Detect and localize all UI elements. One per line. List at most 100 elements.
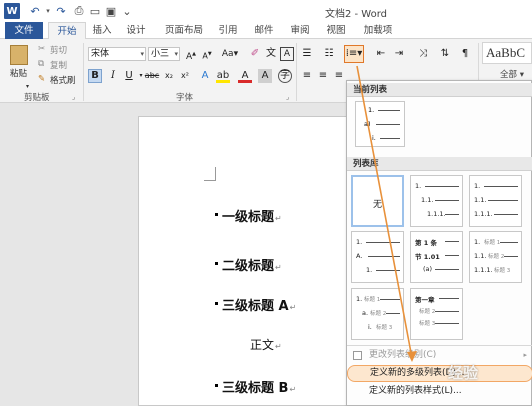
character-shading-icon[interactable]: A — [258, 69, 272, 83]
tab-insert[interactable]: 插入 — [88, 22, 116, 39]
document-heading-line[interactable]: 三级标题 A↵ — [215, 295, 296, 314]
styles-all-dropdown[interactable]: 全部 ▾ — [500, 68, 524, 80]
list-library-item[interactable]: 1. 1.1. 1.1.1. — [469, 175, 522, 227]
increase-indent-icon[interactable]: ⇥ — [392, 47, 406, 61]
document-heading-line[interactable]: 三级标题 B↵ — [215, 377, 296, 396]
heading-tag: 标题 1 — [484, 240, 501, 246]
tab-view[interactable]: 视图 — [322, 22, 350, 39]
current-list-preview[interactable]: 1. a) i. — [355, 101, 405, 147]
preview-level-2: a) — [364, 120, 371, 128]
level-label: (a) — [423, 265, 433, 273]
copy-icon: ⧉ — [38, 59, 45, 69]
character-border-icon[interactable]: A — [280, 47, 294, 61]
level-label: 1. — [474, 182, 481, 190]
list-library-item[interactable]: 第 1 条 节 1.01 (a) — [410, 231, 463, 283]
font-group-label: 字体 — [176, 93, 194, 103]
list-library-item[interactable]: 1. 标题 1 a. 标题 2 i. 标题 3 — [351, 288, 404, 340]
heading-tag: 标题 1 — [364, 297, 381, 303]
tab-design[interactable]: 设计 — [122, 22, 150, 39]
align-left-icon[interactable]: ≡ — [300, 69, 314, 83]
italic-button[interactable]: I — [106, 69, 120, 83]
tab-review[interactable]: 审阅 — [286, 22, 314, 39]
level-line — [366, 242, 400, 243]
strikethrough-button[interactable]: abc — [144, 69, 160, 83]
level-line — [435, 323, 459, 324]
change-case-icon[interactable]: Aa▾ — [220, 47, 240, 61]
heading-tag: 标题 2 — [419, 309, 436, 315]
level-label: 1. — [366, 266, 373, 274]
cut-icon: ✂ — [38, 44, 46, 54]
bullets-icon[interactable]: ☰ — [300, 47, 314, 61]
define-new-list-style-item[interactable]: 定义新的列表样式(L)... — [347, 383, 532, 400]
heading-tag: 标题 3 — [494, 268, 511, 274]
show-marks-icon[interactable]: ¶ — [458, 47, 472, 61]
list-library-item[interactable]: 1. 标题 1 1.1. 标题 2 1.1.1. 标题 3 — [469, 231, 522, 283]
font-color-icon[interactable]: A — [238, 69, 252, 83]
paste-button[interactable]: 粘贴 — [10, 67, 27, 79]
window-title: 文档2 - Word — [324, 9, 388, 20]
enclose-characters-icon[interactable]: 字 — [278, 69, 292, 83]
font-name-combo[interactable]: 宋体 ▾ — [88, 47, 146, 61]
document-heading-line[interactable]: 一级标题↵ — [215, 206, 282, 225]
style-gallery-preview[interactable]: AaBbC — [482, 42, 532, 64]
preview-level-3: i. — [372, 134, 376, 142]
list-library-item[interactable]: 1. A. 1. — [351, 231, 404, 283]
tab-addins[interactable]: 加载项 — [358, 22, 398, 39]
title-bar: W ↶ ▾ ↷ ⎙ ▭ ▣ ⌄ 文档2 - Word — [0, 0, 532, 22]
tab-page-layout[interactable]: 页面布局 — [160, 22, 208, 39]
heading-tag: 标题 3 — [376, 325, 393, 331]
cut-button[interactable]: 剪切 — [50, 44, 67, 56]
shrink-font-icon[interactable]: A▼ — [200, 47, 214, 61]
subscript-button[interactable]: x₂ — [162, 69, 176, 83]
ribbon-tabs: 文件 开始 插入 设计 页面布局 引用 邮件 审阅 视图 加载项 — [0, 22, 532, 40]
decrease-indent-icon[interactable]: ⇤ — [374, 47, 388, 61]
margin-corner-mark — [204, 167, 216, 181]
align-right-icon[interactable]: ≡ — [332, 69, 346, 83]
document-body-line[interactable]: 正文↵ — [250, 336, 282, 353]
text-effects-icon[interactable]: A — [198, 69, 212, 83]
level-label: 第 1 条 — [415, 239, 438, 247]
align-center-icon[interactable]: ≡ — [316, 69, 330, 83]
group-separator — [83, 43, 84, 101]
document-heading-line[interactable]: 二级标题↵ — [215, 255, 282, 274]
clipboard-launcher-icon[interactable]: ⌟ — [72, 93, 75, 101]
level-label: 1.1.1. — [474, 266, 493, 274]
preview-line — [380, 138, 400, 139]
list-library-item[interactable]: 1. 1.1. 1.1.1. — [410, 175, 463, 227]
numbering-icon[interactable]: ☷ — [322, 47, 336, 61]
level-line — [504, 256, 518, 257]
format-painter-button[interactable]: 格式刷 — [50, 74, 76, 86]
level-line — [435, 269, 459, 270]
level-label: i. — [368, 323, 372, 331]
list-library-item[interactable]: 第一章 标题 2 标题 3 — [410, 288, 463, 340]
grow-font-icon[interactable]: A▲ — [184, 47, 198, 62]
clipboard-group-label: 剪贴板 — [24, 93, 50, 103]
tab-references[interactable]: 引用 — [214, 22, 242, 39]
heading-tag: 标题 3 — [419, 321, 436, 327]
multilevel-list-button[interactable]: ⁞≡▾ — [344, 45, 364, 63]
level-line — [425, 186, 459, 187]
heading-tag: 标题 2 — [370, 311, 387, 317]
paste-icon[interactable] — [10, 45, 28, 65]
clear-formatting-icon[interactable]: ✐ — [248, 47, 262, 61]
tab-file[interactable]: 文件 — [5, 22, 43, 39]
multilevel-list-dropdown: 当前列表 1. a) i. 列表库 无 1. 1.1. 1.1.1. 1. 1.… — [346, 80, 532, 406]
phonetic-guide-icon[interactable]: 文 — [264, 47, 278, 61]
highlight-color-icon[interactable]: ab — [216, 69, 230, 83]
level-label: 节 1.01 — [415, 253, 440, 261]
change-list-level-item[interactable]: 更改列表级别(C) ▸ — [347, 347, 532, 364]
font-size-combo[interactable]: 小三 ▾ — [148, 47, 180, 61]
font-launcher-icon[interactable]: ⌟ — [286, 93, 289, 101]
chinese-layout-icon[interactable]: ⤨ — [416, 47, 430, 61]
bold-button[interactable]: B — [88, 69, 102, 83]
tab-home[interactable]: 开始 — [48, 22, 86, 40]
tab-mailings[interactable]: 邮件 — [250, 22, 278, 39]
level-line — [500, 242, 518, 243]
superscript-button[interactable]: x² — [178, 69, 192, 83]
sort-icon[interactable]: ⇅ — [438, 47, 452, 61]
paste-dropdown-icon[interactable]: ▾ — [26, 83, 29, 90]
define-new-multilevel-list-item[interactable]: 定义新的多级列表(D)... — [347, 365, 532, 382]
copy-button[interactable]: 复制 — [50, 59, 67, 71]
list-library-none[interactable]: 无 — [351, 175, 404, 227]
level-line — [386, 313, 400, 314]
